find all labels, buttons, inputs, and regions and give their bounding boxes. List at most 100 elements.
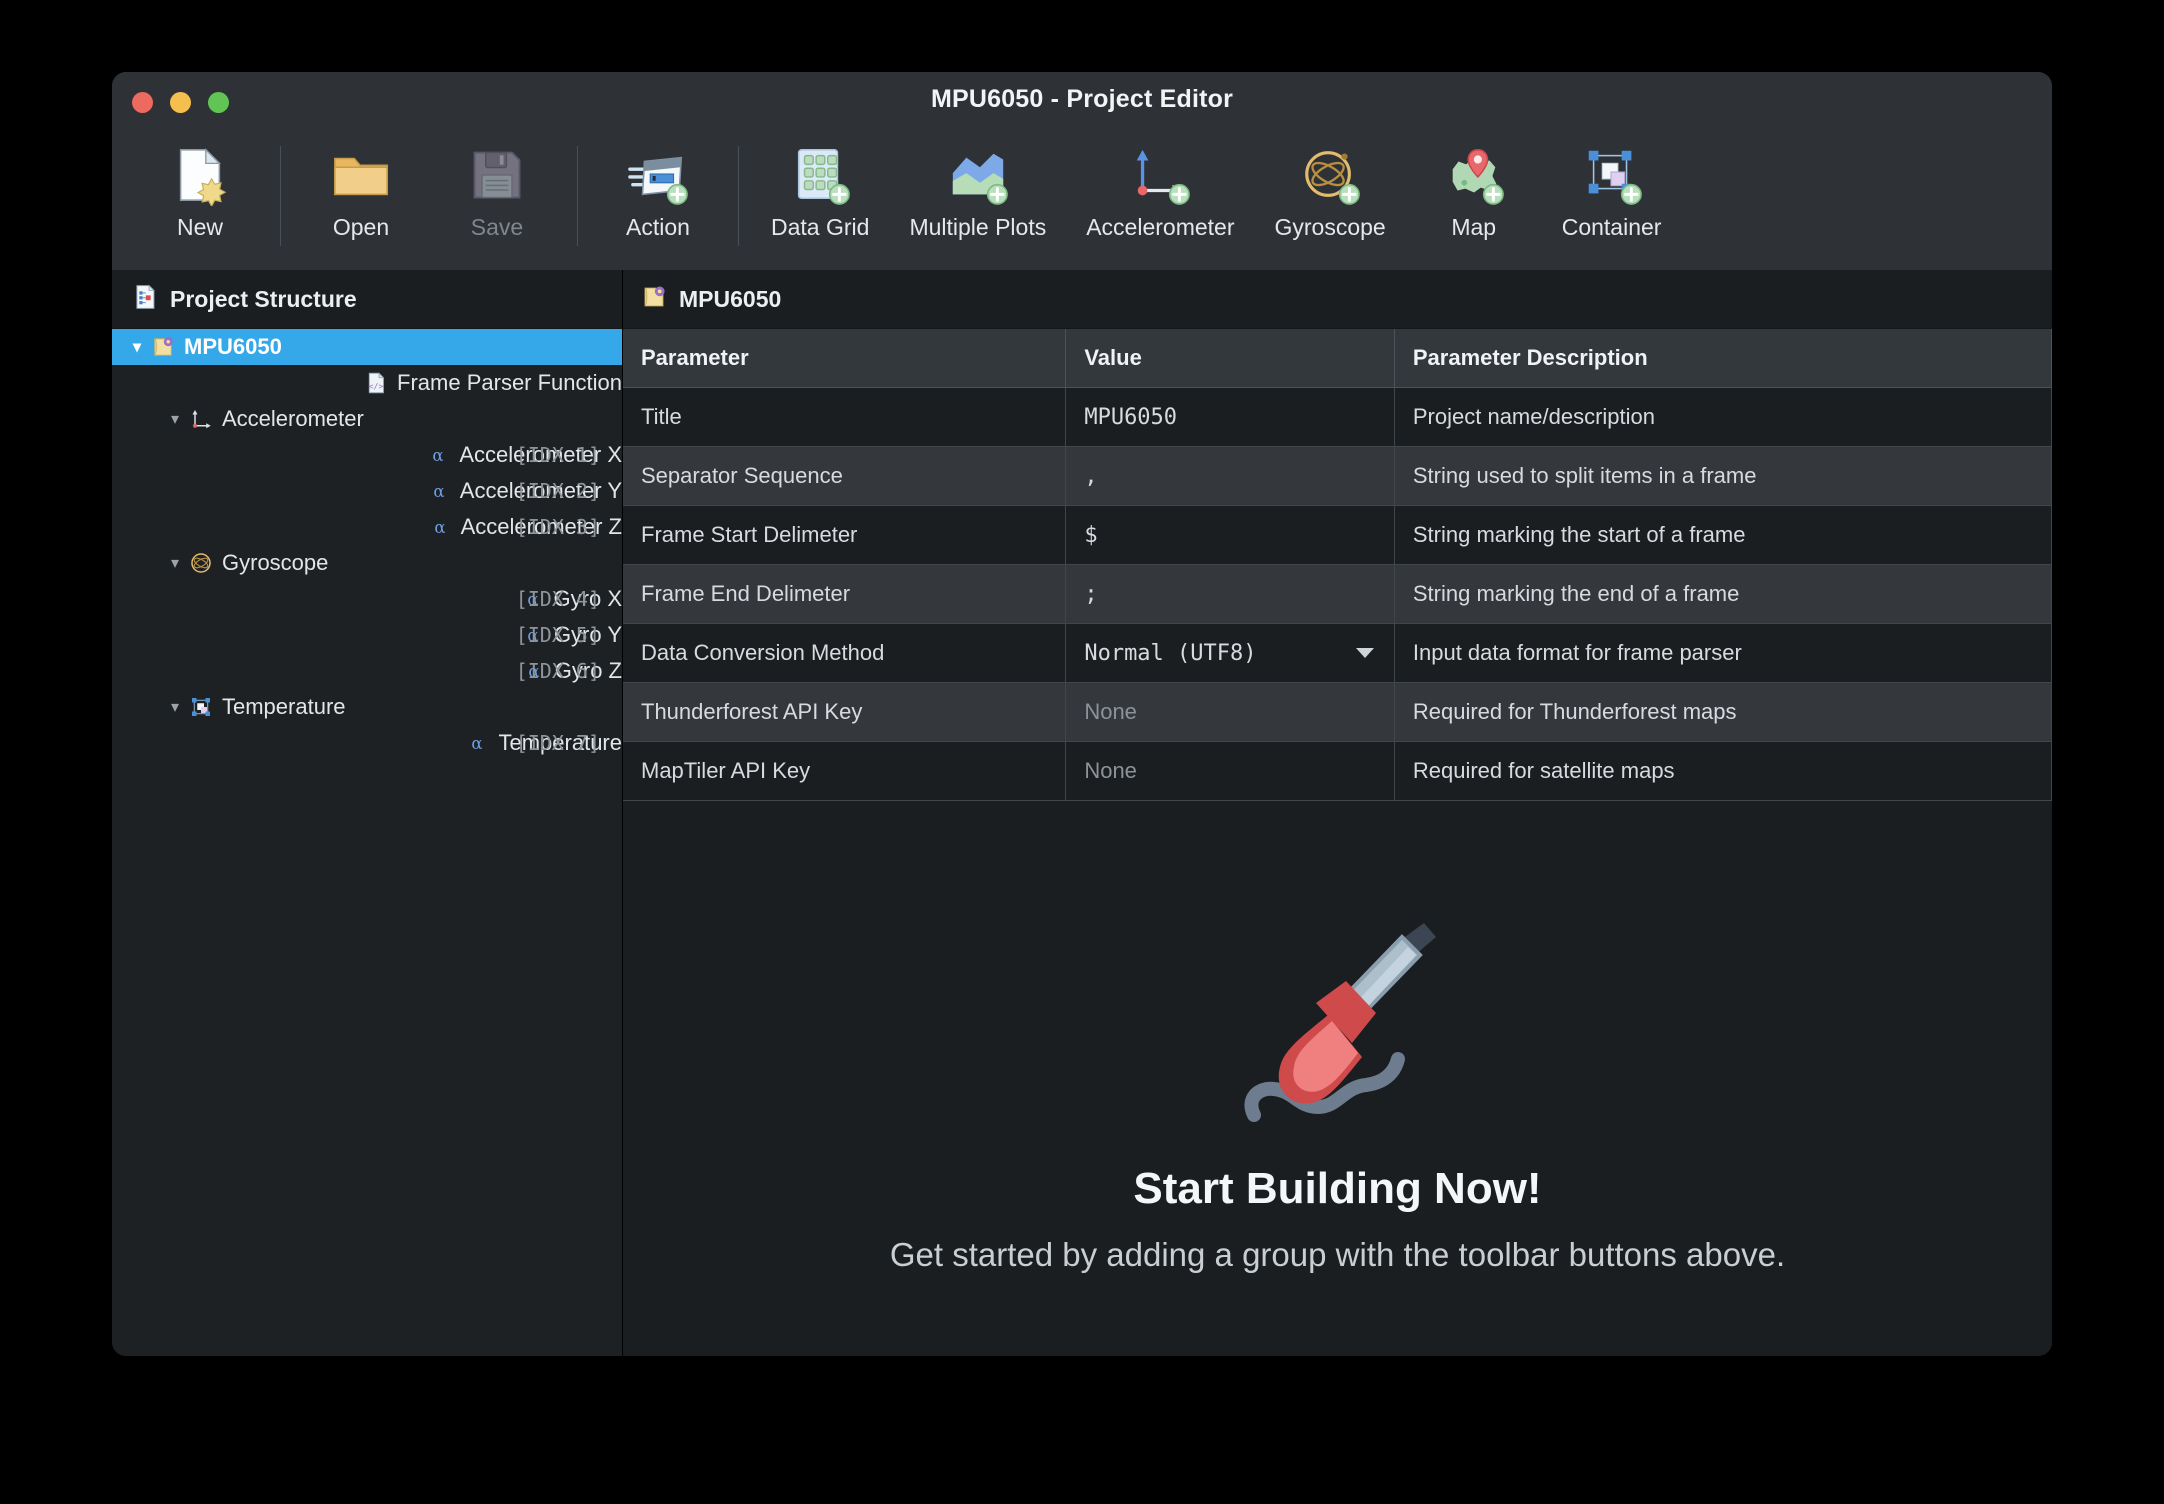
tree-node-index: [IDX 4] (515, 587, 600, 611)
svg-text:α: α (433, 482, 444, 501)
gyroscope-icon (1299, 138, 1361, 212)
parameter-description-cell: Project name/description (1394, 387, 2052, 447)
map-icon (1443, 138, 1505, 212)
parameter-description-cell: String used to split items in a frame (1394, 446, 2052, 506)
parameter-name-cell: MapTiler API Key (623, 741, 1067, 801)
svg-text:α: α (472, 734, 483, 753)
tree-node[interactable]: ▾αGyro X[IDX 4] (112, 581, 622, 617)
action-icon (627, 138, 689, 212)
toolbar-button-save[interactable]: Save (429, 134, 565, 241)
empty-state-subtitle: Get started by adding a group with the t… (889, 1236, 1786, 1273)
parameter-description-cell: Required for satellite maps (1394, 741, 2052, 801)
table-row: MapTiler API Key None Required for satelli… (623, 741, 2052, 801)
table-header-row: Parameter Value Parameter Description (623, 329, 2052, 388)
project-structure-panel: Project Structure ▾ MPU6050 ▾ </> Frame Pars… (112, 270, 623, 1356)
tree-node[interactable]: ▾ Gyroscope (112, 545, 622, 581)
table-row: Frame Start Delimeter $ String marking the… (623, 505, 2052, 565)
new-file-icon (169, 138, 231, 212)
value-text: Normal (UTF8) (1084, 640, 1257, 666)
chevron-down-icon[interactable] (1355, 648, 1374, 658)
tree-node-index: [IDX 3] (515, 515, 600, 539)
container-icon (186, 695, 216, 719)
svg-text:α: α (433, 446, 444, 465)
tree-node-label: Accelerometer (222, 406, 364, 431)
table-row: Frame End Delimeter; String marking the e… (623, 564, 2052, 624)
toolbar-button-gyroscope[interactable]: Gyroscope (1255, 134, 1406, 241)
chevron-down-icon[interactable]: ▾ (164, 409, 186, 429)
parameter-name-cell: Title (623, 387, 1067, 447)
dataset-alpha-icon: α (462, 731, 492, 755)
toolbar-label: Map (1451, 214, 1497, 240)
tree-node-index: [IDX 1] (515, 443, 600, 467)
tree-node[interactable]: ▾αAccelerometer Z[IDX 3] (112, 509, 622, 545)
value-input[interactable]: MPU6050 (1065, 387, 1395, 447)
tree-node-index: [IDX 6] (515, 659, 600, 683)
tree-node-index: [IDX 2] (515, 479, 600, 503)
tree-node-label: Temperature (222, 694, 346, 719)
column-header-description[interactable]: Parameter Description (1394, 329, 2052, 388)
project-tree[interactable]: ▾ MPU6050 ▾ </> Frame Parser Function ▾ Accele… (112, 329, 622, 1356)
data-grid-icon (789, 138, 851, 212)
tree-node-index: [IDX 7] (515, 731, 600, 755)
column-header-value[interactable]: Value (1065, 329, 1395, 388)
editor-title: MPU6050 (679, 285, 782, 312)
tree-node-index: [IDX 5] (515, 623, 600, 647)
toolbar-button-multiple-plots[interactable]: Multiple Plots (889, 134, 1066, 241)
toolbar-button-open[interactable]: Open (293, 134, 429, 241)
value-text: None (1084, 758, 1137, 783)
tree-node[interactable]: ▾αTemperature[IDX 7] (112, 725, 622, 761)
value-input[interactable]: None (1065, 741, 1395, 801)
project-folder-icon (641, 284, 667, 315)
tree-node[interactable]: ▾</>Frame Parser Function (112, 365, 622, 401)
tree-node[interactable]: ▾ Temperature (112, 689, 622, 725)
project-structure-icon (132, 284, 158, 315)
tree-node[interactable]: ▾αGyro Y[IDX 5] (112, 617, 622, 653)
chevron-down-icon[interactable]: ▾ (164, 553, 186, 573)
svg-text:</>: </> (369, 381, 384, 391)
table-row: Separator Sequence, String used to split … (623, 446, 2052, 506)
parameter-description-cell: Required for Thunderforest maps (1394, 682, 2052, 742)
app-window: MPU6050 - Project Editor New Open Save A… (112, 72, 2052, 1356)
parameter-name-cell: Thunderforest API Key (623, 682, 1067, 742)
window-body: Project Structure ▾ MPU6050 ▾ </> Frame Pars… (112, 270, 2052, 1356)
value-input[interactable]: $ (1065, 505, 1395, 565)
tree-node-label: Gyroscope (222, 550, 329, 575)
value-text: ; (1084, 581, 1098, 607)
toolbar-button-data-grid[interactable]: Data Grid (751, 134, 889, 241)
accelerometer-icon (186, 407, 216, 431)
panel-title: Project Structure (170, 285, 357, 312)
multiple-plots-icon (947, 138, 1009, 212)
open-folder-icon (330, 138, 392, 212)
save-floppy-icon (467, 138, 527, 212)
value-input[interactable]: , (1065, 446, 1395, 506)
parameter-name-cell: Separator Sequence (623, 446, 1067, 506)
title-bar: MPU6050 - Project Editor (112, 72, 2052, 134)
value-input[interactable]: ; (1065, 564, 1395, 624)
value-dropdown[interactable]: Normal (UTF8) (1065, 623, 1395, 683)
toolbar-button-container[interactable]: Container (1542, 134, 1682, 241)
toolbar-button-map[interactable]: Map (1406, 134, 1542, 241)
toolbar-button-accelerometer[interactable]: Accelerometer (1066, 134, 1254, 241)
value-input[interactable]: None (1065, 682, 1395, 742)
tree-node[interactable]: ▾ Accelerometer (112, 401, 622, 437)
chevron-down-icon[interactable]: ▾ (126, 337, 148, 357)
tree-node[interactable]: ▾αGyro Z[IDX 6] (112, 653, 622, 689)
toolbar-label: Data Grid (771, 214, 870, 240)
tree-node-label: Frame Parser Function (397, 370, 622, 395)
toolbar-separator (738, 146, 739, 246)
toolbar-label: Save (470, 214, 524, 240)
empty-state-title: Start Building Now! (1133, 1164, 1542, 1213)
toolbar-button-action[interactable]: Action (590, 134, 726, 241)
tree-node-label: MPU6050 (184, 334, 282, 359)
soldering-iron-icon (1218, 883, 1458, 1138)
tree-node[interactable]: ▾αAccelerometer Y[IDX 2] (112, 473, 622, 509)
parameter-name-cell: Frame Start Delimeter (623, 505, 1067, 565)
chevron-down-icon[interactable]: ▾ (164, 697, 186, 717)
dataset-alpha-icon: α (423, 443, 453, 467)
toolbar-button-new[interactable]: New (132, 134, 268, 241)
parameter-description-cell: Input data format for frame parser (1394, 623, 2052, 683)
tree-node[interactable]: ▾ MPU6050 (112, 329, 622, 365)
dataset-alpha-icon: α (425, 515, 455, 539)
tree-node[interactable]: ▾αAccelerometer X[IDX 1] (112, 437, 622, 473)
column-header-parameter[interactable]: Parameter (623, 329, 1067, 388)
